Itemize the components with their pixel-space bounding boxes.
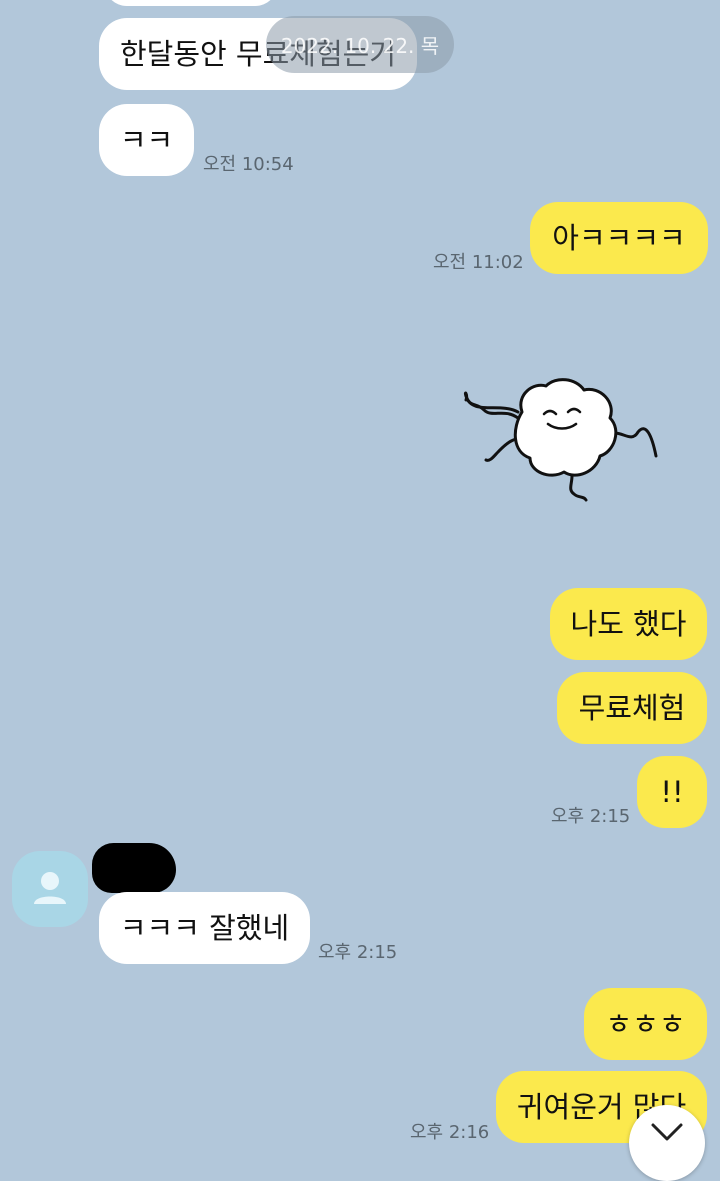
- message-text: 나도 했다: [570, 606, 687, 641]
- chevron-down-icon: [651, 1123, 683, 1141]
- message-bubble-outgoing[interactable]: ㅎㅎㅎ: [584, 988, 707, 1060]
- message-timestamp: 오후 2:15: [551, 806, 631, 827]
- message-timestamp: 오전 10:54: [203, 154, 294, 175]
- message-timestamp: 오후 2:16: [410, 1122, 490, 1143]
- message-text: !!: [660, 774, 684, 809]
- message-timestamp: 오후 2:15: [318, 942, 398, 963]
- message-text: 무료체험: [578, 690, 686, 725]
- message-bubble-partial[interactable]: [104, 0, 278, 6]
- message-bubble-incoming[interactable]: ㅋㅋㅋ 잘했네: [99, 892, 310, 964]
- redacted-sender-name: [92, 843, 176, 893]
- message-text: ㅋㅋㅋ 잘했네: [119, 910, 290, 945]
- message-bubble-outgoing[interactable]: 나도 했다: [550, 588, 707, 660]
- default-person-icon: [34, 872, 66, 904]
- cloud-blob-character-sticker[interactable]: [460, 372, 664, 506]
- sticker-icon: [463, 378, 658, 502]
- message-text: ㅎㅎㅎ: [605, 1006, 686, 1041]
- message-bubble-outgoing[interactable]: 아ㅋㅋㅋㅋ: [530, 202, 708, 274]
- message-timestamp: 오전 11:02: [433, 252, 524, 273]
- scroll-to-bottom-button[interactable]: [629, 1105, 705, 1181]
- message-bubble-incoming[interactable]: ㅋㅋ: [99, 104, 194, 176]
- avatar[interactable]: [12, 851, 88, 927]
- message-text: ㅋㅋ: [119, 122, 174, 157]
- date-separator: 2022. 10. 22. 목: [266, 16, 454, 73]
- message-text: 아ㅋㅋㅋㅋ: [552, 220, 686, 255]
- message-bubble-outgoing[interactable]: 무료체험: [557, 672, 707, 744]
- chat-room: 한달동안 무료체험는거 2022. 10. 22. 목 ㅋㅋ 오전 10:54 …: [0, 0, 720, 1181]
- message-bubble-outgoing[interactable]: !!: [637, 756, 707, 828]
